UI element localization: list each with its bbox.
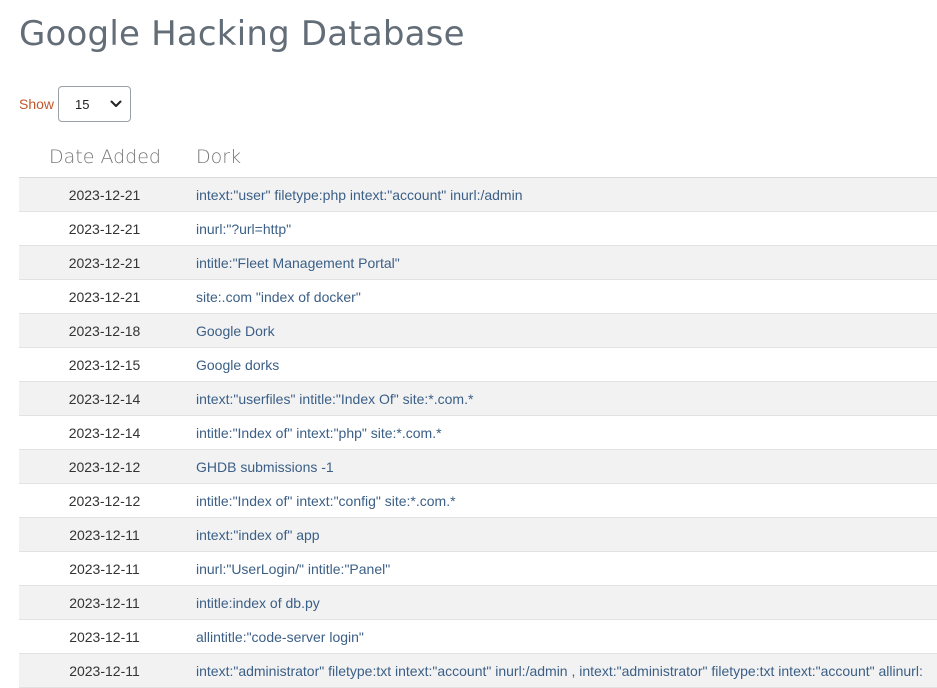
date-added-cell: 2023-12-14 <box>19 415 191 450</box>
page-title: Google Hacking Database <box>19 14 465 54</box>
table-row: 2023-12-14 intext:"userfiles" intitle:"In… <box>19 381 937 416</box>
dork-link[interactable]: intitle:index of db.py <box>191 585 937 620</box>
table-row: 2023-12-11 inurl:"UserLogin/" intitle:"Pa… <box>19 551 937 586</box>
dork-link[interactable]: intext:"administrator" filetype:txt inte… <box>191 653 937 688</box>
table-row: 2023-12-18 Google Dork <box>19 313 937 348</box>
dork-link[interactable]: intitle:"Index of" intext:"config" site:… <box>191 483 937 518</box>
table-row: 2023-12-12 GHDB submissions -1 <box>19 449 937 484</box>
dork-link[interactable]: inurl:"UserLogin/" intitle:"Panel" <box>191 551 937 586</box>
dork-link[interactable]: intext:"userfiles" intitle:"Index Of" si… <box>191 381 937 416</box>
date-added-cell: 2023-12-12 <box>19 449 191 484</box>
date-added-cell: 2023-12-11 <box>19 653 191 688</box>
dorks-table: Date Added Dork 2023-12-21 intext:"user" … <box>19 136 937 688</box>
table-row: 2023-12-21 intitle:"Fleet Management Port… <box>19 245 937 280</box>
page-length-select[interactable]: 15 <box>58 86 132 122</box>
show-label: Show <box>19 96 55 112</box>
date-added-cell: 2023-12-11 <box>19 619 191 654</box>
column-header-dork[interactable]: Dork <box>191 136 937 178</box>
date-added-cell: 2023-12-18 <box>19 313 191 348</box>
dork-link[interactable]: allintitle:"code-server login" <box>191 619 937 654</box>
table-row: 2023-12-11 intext:"index of" app <box>19 517 937 552</box>
dork-link[interactable]: intext:"index of" app <box>191 517 937 552</box>
table-row: 2023-12-21 inurl:"?url=http" <box>19 211 937 246</box>
table-row: 2023-12-11 intext:"administrator" filetyp… <box>19 653 937 688</box>
table-row: 2023-12-11 intitle:index of db.py <box>19 585 937 620</box>
table-row: 2023-12-14 intitle:"Index of" intext:"php… <box>19 415 937 450</box>
table-row: 2023-12-11 allintitle:"code-server login" <box>19 619 937 654</box>
date-added-cell: 2023-12-11 <box>19 585 191 620</box>
date-added-cell: 2023-12-21 <box>19 211 191 246</box>
date-added-cell: 2023-12-21 <box>19 279 191 314</box>
date-added-cell: 2023-12-15 <box>19 347 191 382</box>
table-row: 2023-12-12 intitle:"Index of" intext:"con… <box>19 483 937 518</box>
table-row: 2023-12-15 Google dorks <box>19 347 937 382</box>
page: Google Hacking Database Show 15 Date Add… <box>0 0 937 688</box>
dork-link[interactable]: intext:"user" filetype:php intext:"accou… <box>191 177 937 212</box>
table-header-row: Date Added Dork <box>19 136 937 178</box>
dork-link[interactable]: inurl:"?url=http" <box>191 211 937 246</box>
chevron-down-icon <box>110 100 122 108</box>
table-row: 2023-12-21 site:.com "index of docker" <box>19 279 937 314</box>
date-added-cell: 2023-12-21 <box>19 245 191 280</box>
date-added-cell: 2023-12-11 <box>19 517 191 552</box>
dork-link[interactable]: site:.com "index of docker" <box>191 279 937 314</box>
date-added-cell: 2023-12-11 <box>19 551 191 586</box>
date-added-cell: 2023-12-14 <box>19 381 191 416</box>
page-length-value: 15 <box>75 96 90 112</box>
dork-link[interactable]: Google dorks <box>191 347 937 382</box>
dork-link[interactable]: Google Dork <box>191 313 937 348</box>
table-row: 2023-12-21 intext:"user" filetype:php int… <box>19 177 937 212</box>
page-length-control: Show 15 <box>19 85 132 123</box>
dork-link[interactable]: GHDB submissions -1 <box>191 449 937 484</box>
date-added-cell: 2023-12-21 <box>19 177 191 212</box>
date-added-cell: 2023-12-12 <box>19 483 191 518</box>
column-header-date-added[interactable]: Date Added <box>19 136 191 178</box>
dork-link[interactable]: intitle:"Index of" intext:"php" site:*.c… <box>191 415 937 450</box>
dork-link[interactable]: intitle:"Fleet Management Portal" <box>191 245 937 280</box>
